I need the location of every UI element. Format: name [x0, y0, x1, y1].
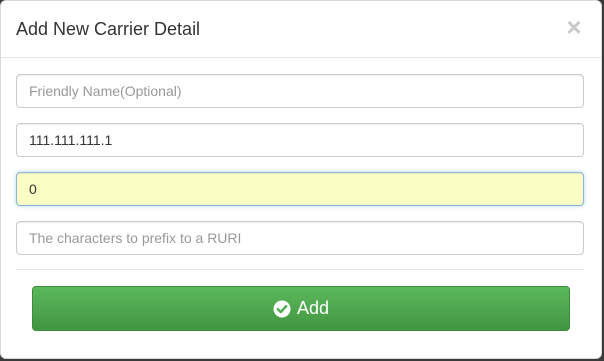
ruri-prefix-field[interactable] — [16, 221, 584, 255]
friendly-name-input[interactable] — [17, 75, 583, 107]
check-circle-icon — [273, 300, 291, 317]
add-button[interactable]: Add — [32, 286, 570, 331]
friendly-name-field[interactable] — [16, 74, 584, 108]
modal-header: Add New Carrier Detail × — [1, 1, 601, 58]
ip-address-input[interactable] — [17, 124, 583, 156]
footer-divider — [16, 269, 584, 270]
ruri-prefix-input[interactable] — [17, 222, 583, 254]
port-input[interactable] — [17, 173, 583, 205]
add-carrier-modal: Add New Carrier Detail × Add — [0, 0, 602, 359]
modal-title: Add New Carrier Detail — [16, 19, 201, 39]
add-button-label: Add — [296, 298, 330, 318]
close-button[interactable]: × — [563, 14, 585, 40]
ip-address-field[interactable] — [16, 123, 584, 157]
port-field[interactable] — [16, 172, 584, 206]
